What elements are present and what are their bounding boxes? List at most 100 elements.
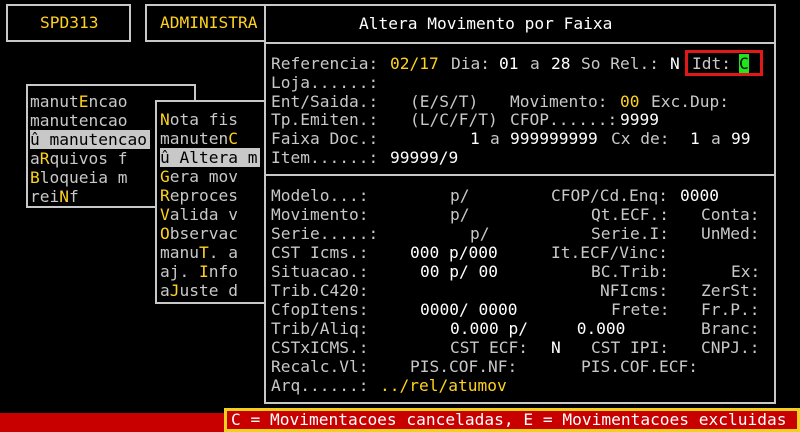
menu2-item[interactable]: manutenC — [160, 129, 238, 148]
menu2-item-hotkey: T — [198, 243, 209, 262]
cfop-label: CFOP......: — [510, 110, 618, 129]
menu2-item[interactable]: Reproces — [160, 186, 238, 205]
menu1-item[interactable]: reiNf — [30, 187, 79, 206]
idt-field[interactable]: C — [739, 54, 749, 73]
dia-label: Dia: — [451, 54, 490, 73]
cfopitens-label: CfopItens: — [271, 300, 369, 319]
loja-label: Loja......: — [271, 73, 379, 92]
fr-p-label: Fr.P.: — [701, 300, 760, 319]
menu2-item[interactable]: û Altera m — [160, 148, 260, 167]
menu2-item-label-rest: era mov — [169, 167, 238, 186]
item-field[interactable]: 99999/9 — [390, 148, 458, 167]
frete-label: Frete: — [611, 300, 670, 319]
branc-label: Branc: — [701, 319, 760, 338]
cfop-cd-enq-field[interactable]: 0000 — [680, 186, 719, 205]
menu2-item[interactable]: Gera mov — [160, 167, 238, 186]
referencia-field[interactable]: 02/17 — [390, 54, 439, 73]
dia-to-field[interactable]: 28 — [551, 54, 571, 73]
menu-title: ADMINISTRA — [160, 13, 258, 32]
cst-ecf-field[interactable]: N — [551, 338, 561, 357]
menu2-item[interactable]: aj. Info — [160, 262, 238, 281]
menu1-item-label-rest: loqueia m — [39, 168, 128, 187]
dia-from-field[interactable]: 01 — [499, 54, 519, 73]
cfop-field[interactable]: 9999 — [620, 110, 659, 129]
menu1-item[interactable]: manutEncao — [30, 92, 127, 111]
dialog-title-separator — [264, 42, 776, 44]
menu1-item-label-rest: f — [69, 187, 79, 206]
status-message: C = Movimentacoes canceladas, E = Movime… — [224, 408, 800, 432]
situacao-label: Situacao.: — [271, 262, 369, 281]
so-rel-field[interactable]: N — [670, 54, 680, 73]
menu1-item[interactable]: Bloqueia m — [30, 168, 127, 187]
exc-dup-label: Exc.Dup: — [651, 92, 729, 111]
menu2-item-hotkey: I — [198, 262, 209, 281]
menu2-item[interactable]: aJuste d — [160, 281, 238, 300]
pis-cof-ecf-label: PIS.COF.ECF: — [581, 357, 698, 376]
dia-to-separator: a — [530, 54, 540, 73]
serie-field[interactable]: p/ — [470, 224, 490, 243]
menu2-item-label-rest: . a — [208, 243, 238, 262]
dialog-title: Altera Movimento por Faixa — [359, 14, 613, 33]
trib-aliq-label: Trib/Aliq: — [271, 319, 369, 338]
cst-icms-field[interactable]: 000 p/000 — [410, 243, 498, 262]
arq-field[interactable]: ../rel/atumov — [380, 376, 507, 395]
it-ecf-vinc-label: It.ECF/Vinc: — [551, 243, 668, 262]
modelo-field[interactable]: p/ — [450, 186, 470, 205]
cfopitens-field[interactable]: 0000/ 0000 — [420, 300, 517, 319]
tp-emiten-label: Tp.Emiten.: — [271, 110, 379, 129]
cx-de-label: Cx de: — [611, 129, 670, 148]
menu2-item-label-rest: eproces — [169, 186, 238, 205]
menu1-item[interactable]: aRquivos f — [30, 149, 127, 168]
menu2-item[interactable]: Observac — [160, 224, 238, 243]
menu2-item[interactable]: Nota fis — [160, 110, 238, 129]
unmed-label: UnMed: — [701, 224, 760, 243]
item-label: Item......: — [271, 148, 379, 167]
faixa-to-field[interactable]: 999999999 — [510, 129, 598, 148]
cnpj-label: CNPJ.: — [701, 338, 760, 357]
cx-to-field[interactable]: 99 — [731, 129, 751, 148]
recalc-label: Recalc.Vl: — [271, 357, 369, 376]
nficms-label: NFIcms: — [600, 281, 669, 300]
menu2-item-hotkey: J — [169, 281, 180, 300]
menu1-item-label: û manutencao — [30, 130, 147, 149]
ent-saida-label: Ent/Saida.: — [271, 92, 379, 111]
cstxicms-label: CSTxICMS.: — [271, 338, 369, 357]
dialog-section-separator — [264, 174, 776, 176]
faixa-doc-label: Faixa Doc.: — [271, 129, 379, 148]
referencia-label: Referencia: — [271, 54, 379, 73]
cx-from-field[interactable]: 1 — [690, 129, 700, 148]
menu2-item[interactable]: manuT. a — [160, 243, 238, 262]
menu2-item-label-rest: ota fis — [169, 110, 238, 129]
menu1-item-label: manutencao — [30, 111, 128, 130]
lower-movimento-field[interactable]: p/ — [450, 205, 470, 224]
menu1-item-label: rei — [30, 187, 60, 206]
menu2-item-label-rest: bservac — [169, 224, 238, 243]
menu1-item-hotkey: N — [59, 187, 69, 206]
menu1-item[interactable]: û manutencao — [30, 130, 150, 149]
movimento-label: Movimento: — [510, 92, 608, 111]
menu1-item[interactable]: manutencao — [30, 111, 127, 130]
zerst-label: ZerSt: — [701, 281, 760, 300]
menu1-item-label: a — [30, 149, 40, 168]
faixa-to-separator: a — [490, 129, 500, 148]
situacao-field[interactable]: 00 p/ 00 — [420, 262, 498, 281]
menu2-item-hotkey: O — [160, 224, 170, 243]
program-code: SPD313 — [40, 13, 99, 32]
cst-ipi-label: CST IPI: — [591, 338, 669, 357]
menu2-item-label: û Altera m — [160, 148, 258, 167]
trib-aliq-field[interactable]: 0.000 p/ 0.000 — [450, 319, 625, 338]
menu2-item-hotkey: N — [160, 110, 170, 129]
faixa-from-field[interactable]: 1 — [470, 129, 480, 148]
cx-to-separator: a — [711, 129, 721, 148]
menu2-item-hotkey: R — [160, 186, 170, 205]
menu1-item-hotkey: B — [30, 168, 40, 187]
modelo-label: Modelo...: — [271, 186, 369, 205]
serie-i-label: Serie.I: — [591, 224, 669, 243]
menu2-item[interactable]: Valida v — [160, 205, 238, 224]
trib-c420-label: Trib.C420: — [271, 281, 369, 300]
conta-label: Conta: — [701, 205, 760, 224]
cst-ecf-label: CST ECF: — [450, 338, 528, 357]
movimento-field[interactable]: 00 — [620, 92, 640, 111]
menu1-item-label: manut — [30, 92, 79, 111]
lower-movimento-label: Movimento: — [271, 205, 369, 224]
